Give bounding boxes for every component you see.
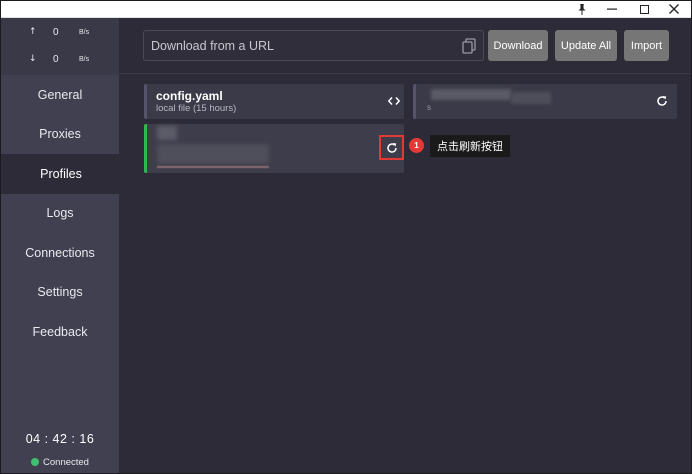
profiles-list: config.yaml local file (15 hours) s 1 点击… xyxy=(119,75,691,473)
usage-bar xyxy=(157,166,269,168)
sidebar-nav: General Proxies Profiles Logs Connection… xyxy=(1,75,121,352)
callout-label: 点击刷新按钮 xyxy=(430,135,510,157)
url-input[interactable] xyxy=(151,37,451,55)
profile-subtitle: s xyxy=(427,103,431,112)
sidebar-item-settings[interactable]: Settings xyxy=(1,272,119,312)
upload-unit: B/s xyxy=(79,29,90,36)
copy-icon[interactable] xyxy=(462,38,476,54)
download-speed: ↓ 0 B/s xyxy=(1,54,119,68)
connection-status: Connected xyxy=(1,457,119,468)
import-button[interactable]: Import xyxy=(624,30,669,61)
refresh-icon xyxy=(386,142,397,153)
download-unit: B/s xyxy=(79,56,90,63)
blurred-profile-detail xyxy=(511,92,551,104)
minimize-icon[interactable] xyxy=(597,1,627,17)
profile-card-remote[interactable]: s xyxy=(413,84,677,119)
profile-card-active[interactable] xyxy=(144,124,404,173)
sidebar-item-feedback[interactable]: Feedback xyxy=(1,312,119,352)
sidebar: ↑ 0 B/s ↓ 0 B/s General Proxies Profiles… xyxy=(1,18,121,473)
close-icon[interactable] xyxy=(659,1,689,17)
pin-icon[interactable] xyxy=(567,1,597,17)
refresh-icon[interactable] xyxy=(656,95,668,107)
maximize-icon[interactable] xyxy=(629,1,659,17)
url-input-box[interactable] xyxy=(143,30,484,61)
upload-value: 0 xyxy=(53,27,59,38)
download-value: 0 xyxy=(53,54,59,65)
upload-arrow-icon: ↑ xyxy=(29,27,37,37)
blurred-profile-name xyxy=(157,126,177,140)
update-all-button[interactable]: Update All xyxy=(555,30,617,61)
title-bar xyxy=(1,1,691,18)
sidebar-item-general[interactable]: General xyxy=(1,75,119,115)
profile-card-config[interactable]: config.yaml local file (15 hours) xyxy=(144,84,404,119)
sidebar-item-profiles[interactable]: Profiles xyxy=(1,154,121,194)
app-window: ↑ 0 B/s ↓ 0 B/s General Proxies Profiles… xyxy=(0,0,692,474)
status-dot-icon xyxy=(31,458,40,466)
sidebar-item-proxies[interactable]: Proxies xyxy=(1,114,119,154)
upload-speed: ↑ 0 B/s xyxy=(1,27,119,41)
blurred-profile-name xyxy=(431,89,511,100)
sidebar-item-connections[interactable]: Connections xyxy=(1,233,119,273)
profile-subtitle: local file (15 hours) xyxy=(156,103,237,114)
refresh-button-highlighted[interactable] xyxy=(379,135,404,160)
code-icon[interactable] xyxy=(388,95,400,107)
sidebar-item-logs[interactable]: Logs xyxy=(1,193,119,233)
profiles-header: Download Update All Import xyxy=(119,18,691,74)
uptime-clock: 04 : 42 : 16 xyxy=(25,432,95,446)
callout-number-badge: 1 xyxy=(409,138,424,153)
download-button[interactable]: Download xyxy=(488,30,548,61)
profile-name: config.yaml xyxy=(156,89,223,103)
blurred-profile-detail xyxy=(157,144,269,164)
traffic-panel: ↑ 0 B/s ↓ 0 B/s xyxy=(1,18,119,75)
download-arrow-icon: ↓ xyxy=(29,54,37,64)
status-label: Connected xyxy=(43,457,89,468)
